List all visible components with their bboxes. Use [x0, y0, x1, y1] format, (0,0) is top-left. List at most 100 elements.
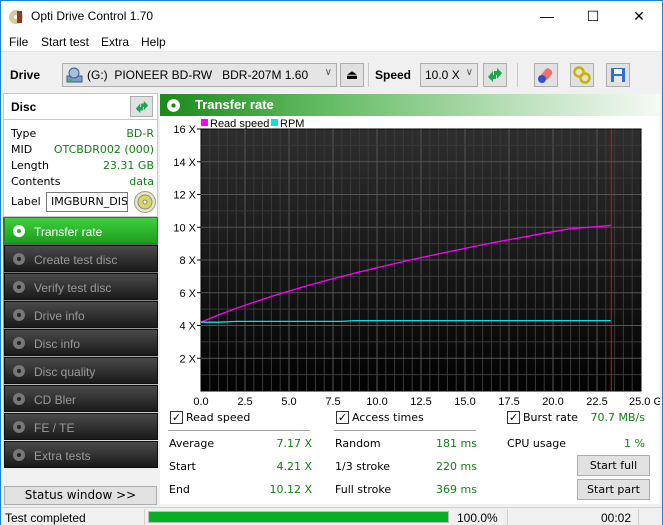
disc-contents-row: Contents data [11, 175, 154, 191]
nav-extra-tests[interactable]: Extra tests [4, 441, 158, 468]
disc-icon [13, 253, 25, 265]
burst-rate-header: Burst rate [523, 411, 578, 424]
menu-extra[interactable]: Extra [101, 35, 129, 49]
x-tick-label: 25.0 GB [629, 396, 660, 406]
status-divider [638, 509, 639, 525]
random-key: Random [335, 437, 381, 450]
eraser-icon [538, 68, 553, 83]
y-tick-label: 14 X [173, 157, 196, 169]
chevron-down-icon: ∨ [465, 67, 473, 78]
x-tick-label: 17.5 [498, 396, 519, 406]
start-full-button[interactable]: Start full [577, 455, 650, 476]
disc-icon [13, 365, 25, 377]
status-divider [507, 509, 508, 525]
burst-rate-checkbox[interactable]: ✓ [507, 411, 520, 424]
disc-label-field[interactable]: IMGBURN_DIS [46, 192, 128, 212]
toolbar: Drive (G:) PIONEER BD-RW BDR-207M 1.60 ∨… [1, 59, 662, 91]
disc-icon [13, 309, 25, 321]
disc-type-value: BD-R [126, 127, 154, 140]
access-times-checkbox[interactable]: ✓ [336, 411, 349, 424]
nav-fe-te[interactable]: FE / TE [4, 413, 158, 440]
toolbar-separator [517, 63, 518, 87]
transfer-rate-icon [13, 225, 25, 237]
speed-select[interactable]: 10.0 X ∨ [420, 63, 478, 87]
read-speed-header: Read speed [186, 411, 251, 424]
test-nav: Transfer rate Create test disc Verify te… [3, 217, 158, 485]
drive-value: (G:) PIONEER BD-RW BDR-207M 1.60 [87, 68, 309, 82]
burst-rate-value: 70.7 MB/s [590, 411, 645, 424]
speed-label: Speed [375, 68, 412, 82]
full-stroke-value: 369 ms [436, 483, 477, 496]
disc-length-key: Length [11, 159, 49, 172]
drive-select[interactable]: (G:) PIONEER BD-RW BDR-207M 1.60 ∨ [62, 63, 337, 87]
minimize-button[interactable]: — [524, 1, 570, 32]
window-title: Opti Drive Control 1.70 [31, 9, 154, 23]
cd-icon [137, 194, 153, 210]
average-key: Average [169, 437, 215, 450]
nav-cd-bler[interactable]: CD Bler [4, 385, 158, 412]
nav-disc-quality[interactable]: Disc quality [4, 357, 158, 384]
disc-icon [13, 449, 25, 461]
disc-icon [13, 337, 25, 349]
full-stroke-key: Full stroke [335, 483, 392, 496]
nav-create-test-disc[interactable]: Create test disc [4, 245, 158, 272]
save-button[interactable] [606, 63, 630, 87]
y-tick-label: 2 X [179, 353, 196, 365]
legend-rpm-swatch [271, 119, 278, 126]
maximize-button[interactable]: ☐ [570, 1, 616, 32]
nav-label: FE / TE [34, 421, 75, 435]
disc-icon [13, 281, 25, 293]
menu-file[interactable]: File [9, 35, 28, 49]
disc-contents-key: Contents [11, 175, 61, 188]
refresh-disc-button[interactable] [130, 96, 153, 117]
refresh-speed-button[interactable] [483, 63, 507, 87]
elapsed-time: 00:02 [601, 511, 632, 525]
title-bar: Opti Drive Control 1.70 — ☐ ✕ [1, 1, 662, 32]
disc-label-button[interactable] [134, 191, 156, 213]
disc-contents-value: data [129, 175, 154, 188]
eject-button[interactable]: ⏏ [340, 63, 364, 87]
stats-panel: ✓ Read speed Average 7.17 X Start 4.21 X… [160, 406, 660, 504]
disc-type-key: Type [11, 127, 37, 140]
third-stroke-value: 220 ms [436, 460, 477, 473]
y-tick-label: 8 X [179, 255, 196, 267]
close-button[interactable]: ✕ [616, 1, 662, 32]
cpu-usage-key: CPU usage [507, 437, 567, 450]
nav-verify-test-disc[interactable]: Verify test disc [4, 273, 158, 300]
nav-label: Disc quality [34, 365, 96, 379]
status-message: Test completed [5, 511, 86, 525]
end-key: End [169, 483, 190, 496]
nav-disc-info[interactable]: Disc info [4, 329, 158, 356]
third-stroke-key: 1/3 stroke [335, 460, 390, 473]
divider [168, 430, 310, 431]
legend-read-speed-label: Read speed [210, 118, 269, 130]
average-value: 7.17 X [276, 437, 312, 450]
menu-start-test[interactable]: Start test [41, 35, 89, 49]
speed-value: 10.0 X [425, 68, 460, 82]
nav-transfer-rate[interactable]: Transfer rate [4, 217, 158, 244]
nav-label: Disc info [34, 337, 81, 351]
erase-button[interactable] [534, 63, 558, 87]
drive-icon [66, 67, 83, 83]
start-part-button[interactable]: Start part [577, 479, 650, 500]
disc-mid-value: OTCBDR002 (000) [53, 143, 154, 156]
chevron-down-icon: ∨ [324, 67, 332, 78]
legend-rpm-label: RPM [280, 118, 304, 130]
menu-help[interactable]: Help [141, 35, 166, 49]
disc-label-key: Label [11, 195, 41, 208]
x-tick-label: 12.5 [410, 396, 431, 406]
divider [334, 430, 476, 431]
nav-label: Create test disc [34, 253, 118, 267]
disc-icon [13, 421, 25, 433]
transfer-rate-chart: Read speed RPM 2 X 4 X 6 X 8 X 10 X 12 X 14 X 1… [173, 118, 663, 408]
settings-button[interactable] [570, 63, 594, 87]
y-tick-label: 16 X [173, 124, 196, 136]
y-tick-label: 10 X [173, 222, 196, 234]
status-window-button[interactable]: Status window >> [4, 486, 157, 505]
read-speed-checkbox[interactable]: ✓ [170, 411, 183, 424]
refresh-arrows-icon [488, 68, 502, 82]
y-tick-label: 4 X [179, 321, 196, 333]
x-tick-label: 7.5 [325, 396, 340, 406]
nav-drive-info[interactable]: Drive info [4, 301, 158, 328]
toolbar-separator [368, 63, 369, 87]
